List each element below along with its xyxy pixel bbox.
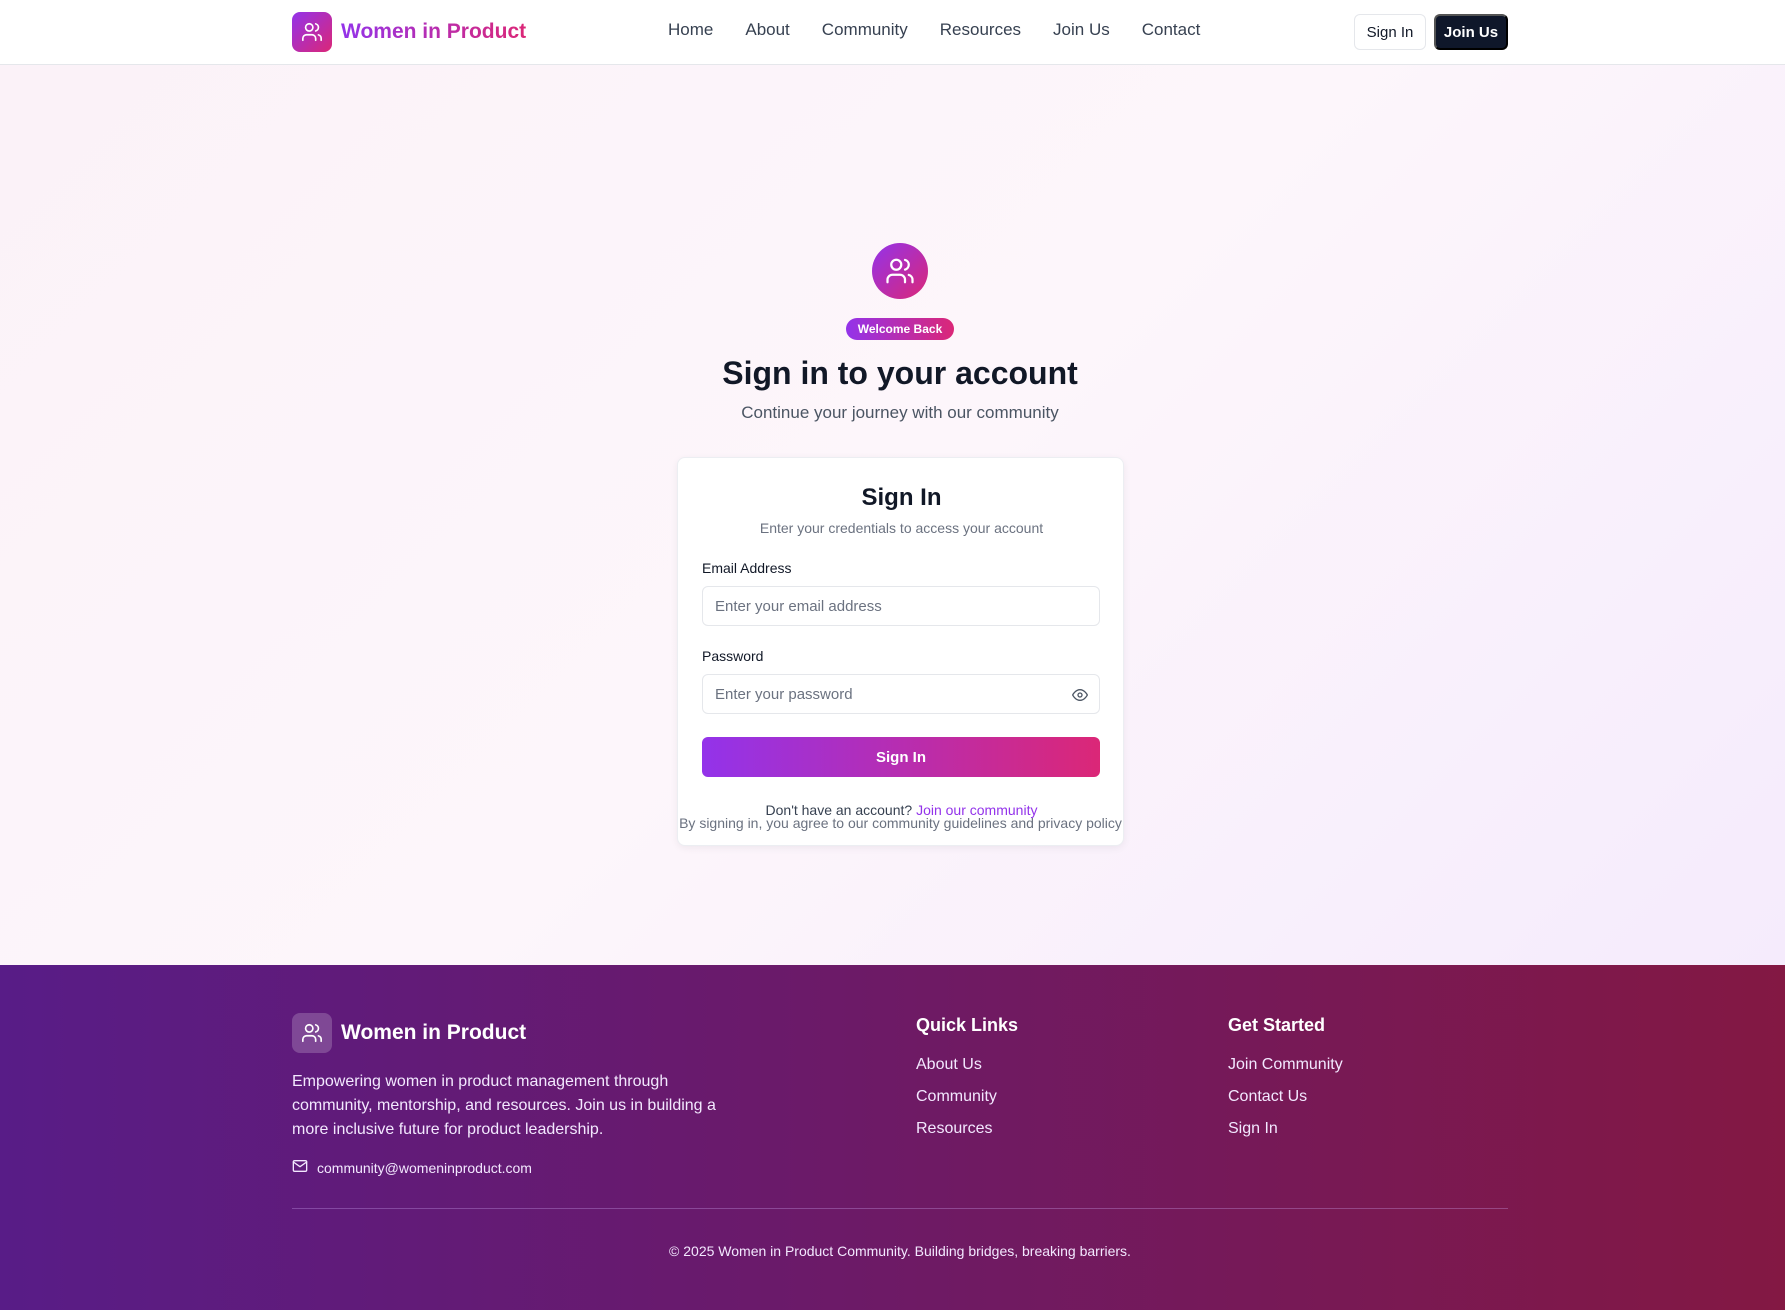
get-started-title: Get Started: [1228, 1015, 1326, 1035]
footer-link-contact-us[interactable]: Contact Us: [1228, 1088, 1343, 1120]
password-field[interactable]: [715, 675, 1055, 713]
email-field[interactable]: [715, 587, 1055, 625]
signin-section: Welcome Back Sign in to your account Con…: [0, 65, 1785, 965]
footer-link-about-us[interactable]: About Us: [916, 1056, 1018, 1088]
legal-notice: By signing in, you agree to our communit…: [679, 815, 1122, 831]
users-icon: [292, 12, 332, 52]
card-title: Sign In: [861, 484, 942, 511]
footer-brand-name: Women in Product: [341, 1021, 527, 1044]
footer-link-community[interactable]: Community: [916, 1088, 1018, 1120]
footer-copyright: © 2025 Women in Product Community. Build…: [669, 1243, 1131, 1259]
nav-link-home[interactable]: Home: [668, 20, 713, 40]
brand-name: Women in Product: [341, 20, 527, 43]
footer: Women in Product Empowering women in pro…: [0, 965, 1785, 1310]
footer-email-address: community@womeninproduct.com: [317, 1159, 532, 1176]
footer-link-sign-in[interactable]: Sign In: [1228, 1120, 1343, 1152]
footer-quick-links: Quick Links About Us Community Resources: [916, 1015, 1018, 1152]
nav-link-resources[interactable]: Resources: [940, 20, 1021, 40]
footer-get-started: Get Started Join Community Contact Us Si…: [1228, 1015, 1343, 1152]
main-nav: Home About Community Resources Join Us C…: [668, 20, 1232, 40]
footer-email[interactable]: community@womeninproduct.com: [292, 1158, 532, 1177]
signin-submit-button[interactable]: Sign In: [702, 737, 1100, 777]
top-navbar: Women in Product Home About Community Re…: [0, 0, 1785, 65]
password-label: Password: [702, 648, 764, 664]
nav-link-about[interactable]: About: [745, 20, 789, 40]
footer-description: Empowering women in product management t…: [292, 1073, 716, 1138]
nav-signin-button[interactable]: Sign In: [1354, 14, 1426, 50]
footer-link-join-community[interactable]: Join Community: [1228, 1056, 1343, 1088]
quick-links-title: Quick Links: [916, 1015, 1019, 1035]
footer-divider: [292, 1208, 1508, 1209]
nav-link-contact[interactable]: Contact: [1142, 20, 1201, 40]
password-field-wrapper: [702, 674, 1100, 714]
page-title: Sign in to your account: [722, 355, 1078, 391]
footer-brand: Women in Product: [292, 1013, 526, 1053]
page-subtitle: Continue your journey with our community: [741, 403, 1059, 422]
eye-icon[interactable]: [1071, 686, 1089, 704]
email-label: Email Address: [702, 560, 792, 576]
brand[interactable]: Women in Product: [292, 12, 526, 52]
footer-link-resources[interactable]: Resources: [916, 1120, 1018, 1152]
users-icon: [292, 1013, 332, 1053]
nav-link-community[interactable]: Community: [822, 20, 908, 40]
welcome-badge: Welcome Back: [846, 318, 954, 340]
nav-link-join-us[interactable]: Join Us: [1053, 20, 1110, 40]
signin-card: Sign In Enter your credentials to access…: [677, 457, 1124, 846]
email-field-wrapper: [702, 586, 1100, 626]
card-subtitle: Enter your credentials to access your ac…: [759, 520, 1044, 536]
nav-join-button[interactable]: Join Us: [1434, 14, 1508, 50]
mail-icon: [292, 1158, 308, 1177]
users-icon: [872, 243, 928, 299]
